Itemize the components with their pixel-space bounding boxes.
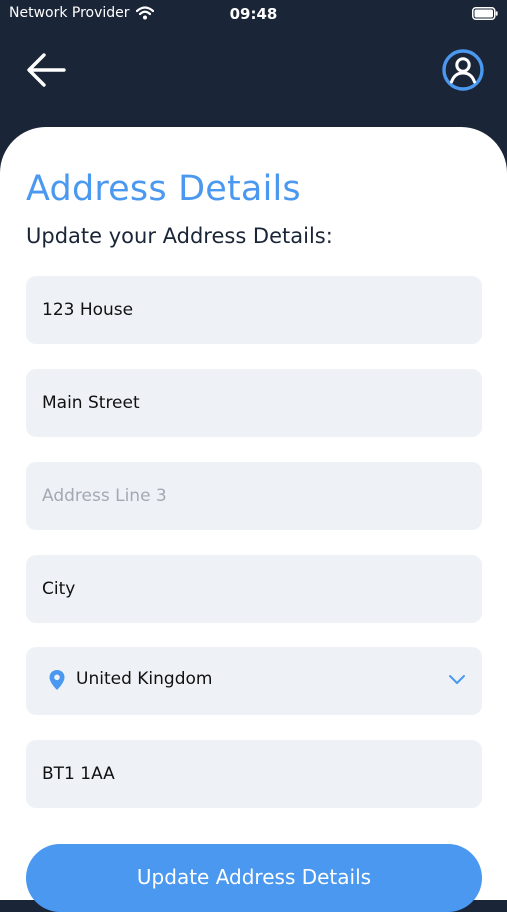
address-line-3-input[interactable]	[26, 462, 482, 530]
status-time: 09:48	[229, 5, 278, 23]
status-bar: Network Provider 09:48	[0, 0, 507, 28]
address-line-2-field	[26, 369, 482, 437]
postcode-input[interactable]	[26, 740, 482, 808]
address-line-2-input[interactable]	[26, 369, 482, 437]
location-pin-icon	[49, 670, 65, 690]
back-button[interactable]	[24, 50, 68, 90]
profile-button[interactable]	[441, 48, 485, 92]
chevron-down-icon	[449, 675, 465, 684]
city-field	[26, 555, 482, 623]
header	[0, 28, 507, 128]
address-line-1-input[interactable]	[26, 276, 482, 344]
user-circle-icon	[442, 49, 484, 91]
city-input[interactable]	[26, 555, 482, 623]
address-form-card: Address Details Update your Address Deta…	[0, 127, 507, 912]
arrow-left-icon	[27, 53, 66, 87]
page-subtitle: Update your Address Details:	[26, 224, 333, 248]
address-line-3-field	[26, 462, 482, 530]
postcode-field	[26, 740, 482, 808]
country-select[interactable]: United Kingdom	[26, 647, 482, 715]
update-address-button[interactable]: Update Address Details	[26, 844, 482, 912]
address-line-1-field	[26, 276, 482, 344]
country-value: United Kingdom	[76, 669, 213, 689]
page-title: Address Details	[26, 169, 301, 209]
battery-icon	[472, 7, 498, 20]
